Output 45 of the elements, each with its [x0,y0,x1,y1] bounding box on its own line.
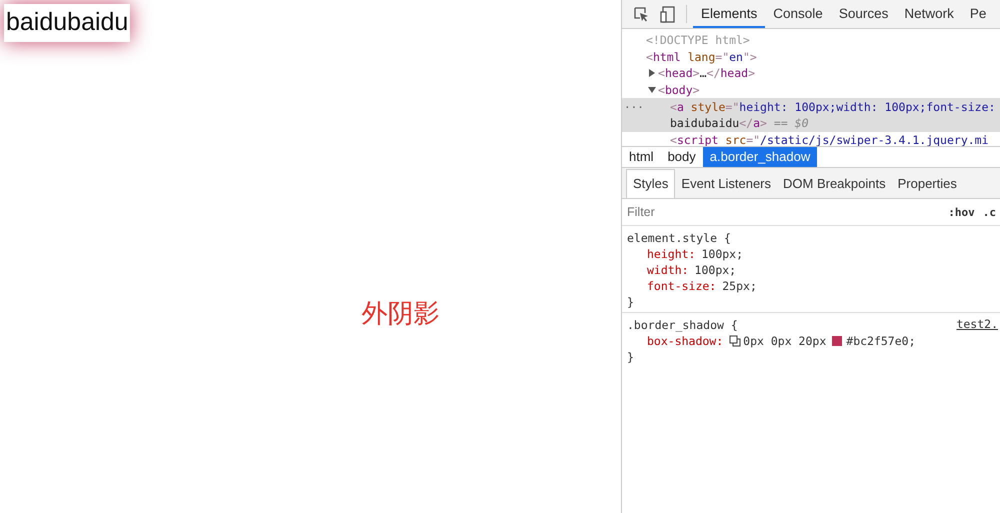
ellipsis-icon[interactable]: ... [624,98,644,112]
css-selector: .border_shadow [627,318,724,332]
css-property-name[interactable]: box-shadow: [647,333,724,349]
devtools-tab[interactable]: Elements [693,0,766,28]
dom-node-line[interactable]: <head>…</head> [658,66,756,80]
breadcrumb[interactable]: body [660,147,703,167]
open-brace: { [730,318,738,332]
source-link[interactable]: test2. [956,317,998,333]
open-brace: { [724,231,731,245]
devtools-tab[interactable]: Console [765,0,831,28]
css-property-value[interactable]: #bc2f57e0; [846,333,916,349]
close-brace: } [627,349,635,365]
devtools-tab[interactable]: Pe [962,0,994,28]
shadow-editor-icon[interactable] [729,335,742,347]
css-property-name[interactable]: width: [647,262,689,278]
filter-toggle[interactable]: .c [978,206,1000,218]
filter-field[interactable]: Filter [627,205,944,219]
sidebar-tab[interactable]: DOM Breakpoints [777,170,892,198]
dom-node-line[interactable]: <body> [658,83,700,98]
sidebar-tab[interactable]: Properties [892,170,963,198]
css-property-name[interactable]: height: [647,246,696,262]
css-property-value[interactable]: 0px 0px 20px [743,333,826,349]
css-property-name[interactable]: font-size: [647,278,716,294]
css-property-value[interactable]: 100px; [694,262,736,278]
css-property-value[interactable]: 25px; [722,278,757,294]
sidebar-tab[interactable]: Event Listeners [675,170,778,198]
inspect-icon[interactable] [632,5,650,23]
css-selector: element.style [627,231,718,245]
disclosure-triangle-icon[interactable] [648,69,656,78]
css-property-value[interactable]: 100px; [701,246,744,262]
dom-node-line[interactable]: <a style="height: 100px;width: 100px;font-size: [670,100,996,114]
dom-node-line[interactable]: <html lang="en"> [646,50,757,64]
filter-toggle[interactable]: :hov [944,206,979,218]
close-brace: } [627,294,635,310]
caption-text: 外阴影 [362,298,440,331]
color-swatch[interactable] [832,336,842,346]
link-text[interactable]: baidubaidu [4,4,130,42]
breadcrumb[interactable]: a.border_shadow [702,147,818,167]
sidebar-tab[interactable]: Styles [626,169,676,198]
disclosure-triangle-icon[interactable] [648,86,656,94]
breadcrumb[interactable]: html [622,147,661,167]
devtools-tab[interactable]: Sources [830,0,896,28]
dom-node-line[interactable]: <script src="/static/js/swiper-3.4.1.jquery.mi [670,132,989,146]
devtools-tab[interactable]: Network [896,0,962,28]
device-icon[interactable] [659,5,677,23]
